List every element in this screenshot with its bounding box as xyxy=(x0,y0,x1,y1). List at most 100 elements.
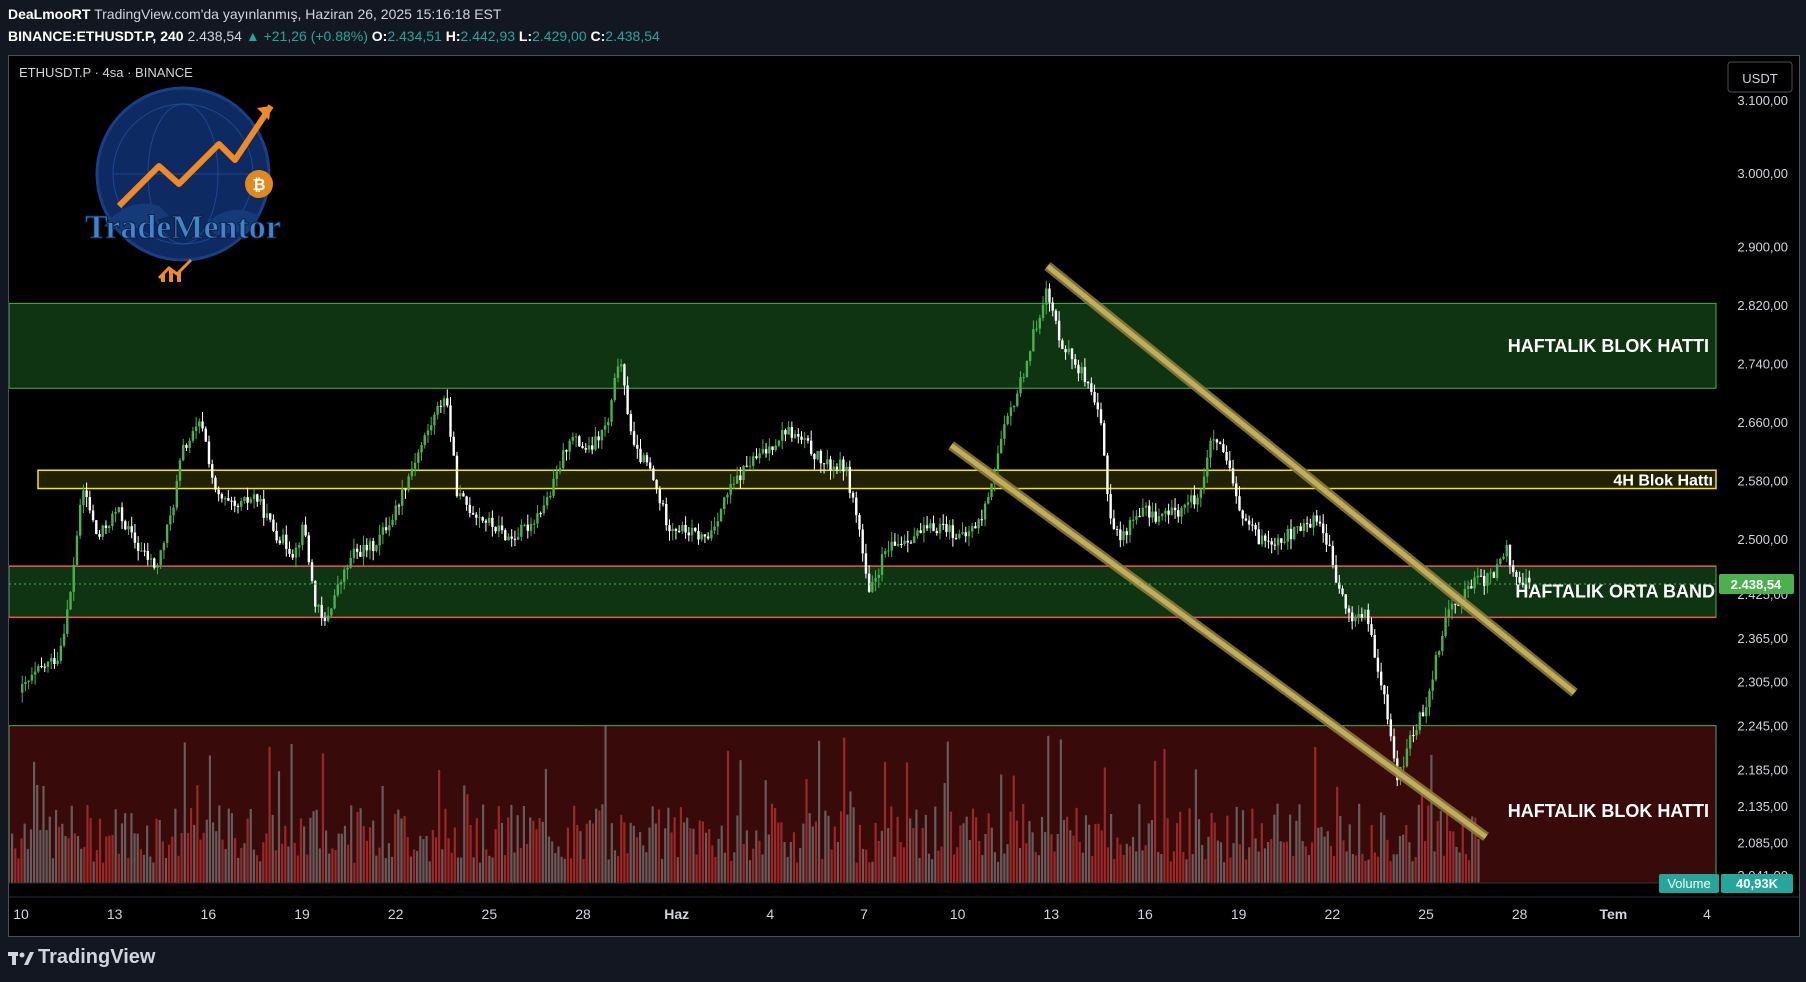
candle-down xyxy=(471,512,475,515)
candle-up xyxy=(352,548,356,558)
volume-bar xyxy=(287,846,290,883)
volume-bar xyxy=(1317,827,1320,883)
volume-bar xyxy=(943,783,946,883)
volume-bar xyxy=(218,805,221,883)
candle-down xyxy=(355,548,359,552)
volume-bar xyxy=(742,843,745,883)
candle-down xyxy=(372,541,375,552)
volume-bar xyxy=(1116,837,1119,883)
volume-bar xyxy=(1430,754,1433,883)
zone-label-2: HAFTALIK ORTA BAND xyxy=(1515,582,1715,602)
candle-down xyxy=(945,524,948,532)
candle-up xyxy=(536,513,539,524)
volume-bar xyxy=(425,835,428,883)
candle-down xyxy=(1077,364,1080,374)
volume-bar xyxy=(695,854,698,883)
candle-up xyxy=(239,500,243,507)
x-tick-label: 4 xyxy=(766,906,774,922)
volume-bar xyxy=(11,833,14,883)
candle-up xyxy=(114,511,117,514)
volume-bar xyxy=(102,862,105,883)
volume-bar xyxy=(1336,786,1339,883)
volume-bar xyxy=(1464,854,1468,883)
volume-bar xyxy=(1053,851,1056,883)
currency-button[interactable]: USDT xyxy=(1727,61,1793,93)
volume-bar xyxy=(1207,836,1210,883)
volume-bar xyxy=(1006,844,1009,883)
author-name[interactable]: DeaLmooRT xyxy=(8,6,90,22)
candle-down xyxy=(623,364,626,386)
candle-down xyxy=(323,618,327,621)
volume-bar xyxy=(937,850,940,883)
y-tick-label: 2.305,00 xyxy=(1737,675,1788,690)
volume-bar xyxy=(390,856,394,883)
volume-bar xyxy=(36,784,39,883)
candle-up xyxy=(710,530,713,539)
volume-bar xyxy=(309,817,312,883)
volume-bar xyxy=(1069,830,1072,883)
volume-bar xyxy=(632,825,635,883)
candle-down xyxy=(697,531,700,540)
chart-frame[interactable]: HAFTALIK BLOK HATTI 4H Blok Hattı HAFTALIK… xyxy=(8,55,1800,937)
volume-bar xyxy=(648,827,651,883)
volume-bar xyxy=(814,821,818,883)
volume-bar xyxy=(1091,855,1094,883)
candle-down xyxy=(1086,381,1090,384)
volume-bar xyxy=(114,809,117,883)
volume-bar xyxy=(805,779,808,883)
candle-down xyxy=(278,540,282,544)
volume-bar xyxy=(774,808,777,883)
volume-bar xyxy=(161,841,164,883)
candle-up xyxy=(838,459,842,470)
volume-value: 40,93K xyxy=(1736,876,1779,891)
volume-bar xyxy=(711,845,714,883)
candle-down xyxy=(1177,510,1180,517)
candle-down xyxy=(1193,495,1196,505)
candle-up xyxy=(671,528,674,532)
volume-bar xyxy=(1000,774,1003,883)
candle-up xyxy=(748,465,752,467)
volume-bar xyxy=(899,841,902,883)
candle-up xyxy=(336,584,340,596)
candle-up xyxy=(1473,577,1476,589)
candle-down xyxy=(636,444,639,449)
volume-bar xyxy=(620,814,623,883)
candle-up xyxy=(1486,573,1489,586)
open-label: O: xyxy=(371,28,388,44)
volume-bar xyxy=(1204,859,1207,883)
candle-down xyxy=(819,450,823,464)
candle-up xyxy=(1003,424,1006,439)
volume-bar xyxy=(811,826,814,883)
tradingview-brand[interactable]: TradingView xyxy=(8,946,155,969)
candle-up xyxy=(1499,558,1502,565)
candle-down xyxy=(932,523,935,532)
volume-bar xyxy=(268,746,271,883)
candle-up xyxy=(1035,328,1038,330)
x-tick-label: Tem xyxy=(1599,906,1627,922)
candle-down xyxy=(858,515,861,530)
candle-up xyxy=(1164,510,1167,514)
candle-up xyxy=(101,525,104,537)
candle-down xyxy=(1048,288,1051,303)
price-chart[interactable]: HAFTALIK BLOK HATTI 4H Blok Hattı HAFTALIK… xyxy=(9,56,1799,936)
candle-up xyxy=(1495,564,1499,578)
volume-bar xyxy=(623,822,626,883)
candle-down xyxy=(1347,608,1351,613)
candle-down xyxy=(1061,340,1064,349)
candle-up xyxy=(913,536,916,543)
candle-down xyxy=(446,398,449,406)
volume-bar xyxy=(686,817,689,883)
volume-bar xyxy=(588,820,591,883)
candle-up xyxy=(1302,523,1306,531)
volume-bar xyxy=(406,837,409,883)
candle-down xyxy=(1241,510,1244,519)
volume-bar xyxy=(1066,816,1069,883)
volume-bar xyxy=(274,850,277,883)
candle-up xyxy=(568,440,571,452)
volume-bar xyxy=(130,813,133,883)
candle-down xyxy=(233,500,236,506)
candle-up xyxy=(1260,535,1264,545)
volume-bar xyxy=(180,833,183,883)
candle-up xyxy=(107,525,111,529)
candle-up xyxy=(333,595,336,609)
